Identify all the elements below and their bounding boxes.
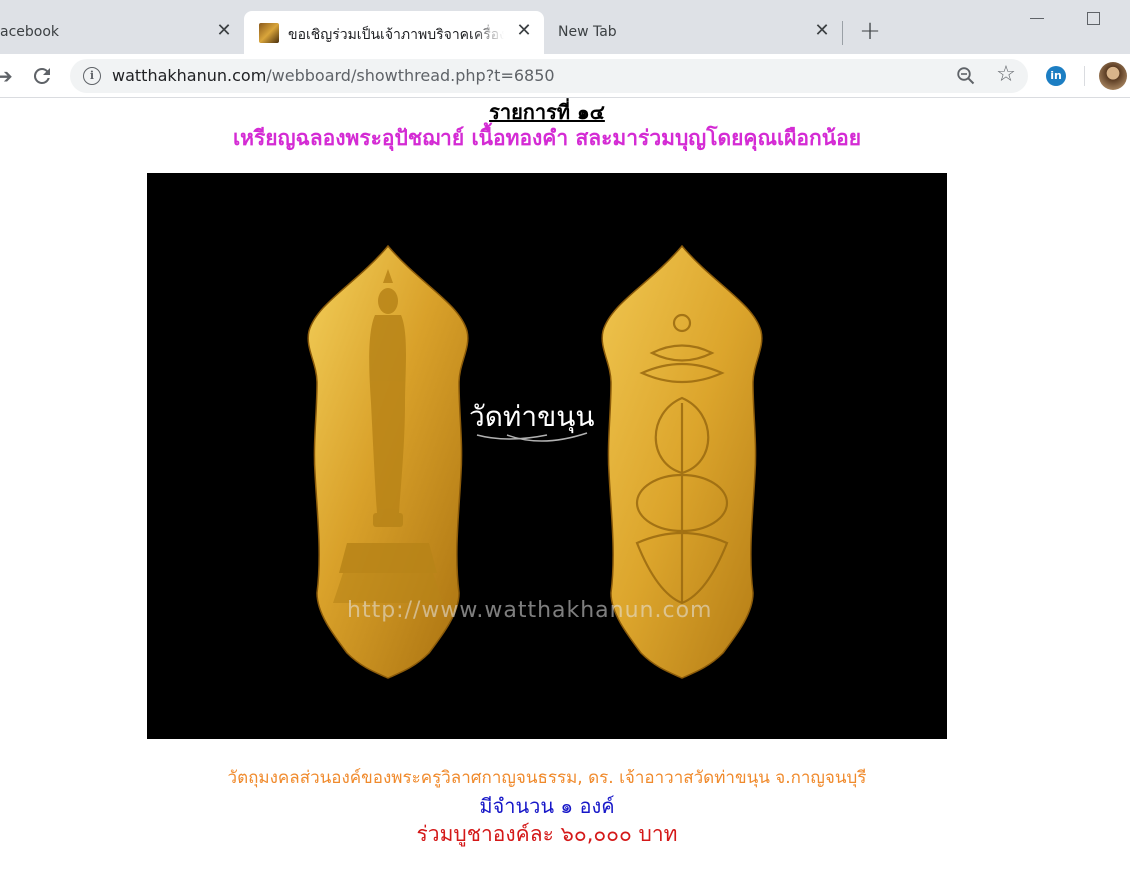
price-text: ร่วมบูชาองค์ละ ๖๐,๐๐๐ บาท bbox=[416, 822, 678, 846]
tab-title: ขอเชิญร่วมเป็นเจ้าภาพบริจาคเครื่องฟอ bbox=[288, 27, 504, 43]
close-icon[interactable]: ✕ bbox=[812, 21, 832, 41]
close-icon[interactable]: ✕ bbox=[514, 21, 534, 41]
favicon-icon bbox=[259, 23, 279, 43]
watermark-label: วัดท่าขนุน bbox=[469, 400, 595, 433]
info-icon[interactable]: i bbox=[83, 67, 101, 85]
item-title: เหรียญฉลองพระอุปัชฌาย์ เนื้อทองคำ สละมาร… bbox=[232, 126, 862, 150]
url-text[interactable]: watthakhanun.com/webboard/showthread.php… bbox=[112, 66, 555, 85]
address-bar[interactable]: i watthakhanun.com/webboard/showthread.p… bbox=[70, 59, 1028, 93]
tab-active[interactable]: ขอเชิญร่วมเป็นเจ้าภาพบริจาคเครื่องฟอ ✕ bbox=[244, 11, 544, 54]
toolbar: ➔ i watthakhanun.com/webboard/showthread… bbox=[0, 54, 1130, 98]
tab-strip: acebook ✕ ขอเชิญร่วมเป็นเจ้าภาพบริจาคเคร… bbox=[0, 0, 1130, 54]
forward-icon[interactable]: ➔ bbox=[0, 64, 16, 88]
medal-illustration bbox=[307, 244, 763, 679]
minimize-icon[interactable] bbox=[1030, 18, 1044, 19]
url-path: /webboard/showthread.php?t=6850 bbox=[266, 66, 555, 85]
zoom-icon[interactable] bbox=[956, 66, 976, 86]
url-host: watthakhanun.com bbox=[112, 66, 267, 85]
bookmark-star-icon[interactable]: ☆ bbox=[994, 63, 1018, 87]
toolbar-divider bbox=[1084, 66, 1085, 86]
maximize-icon[interactable] bbox=[1087, 12, 1100, 25]
tab-title: New Tab bbox=[558, 24, 617, 40]
close-icon[interactable]: ✕ bbox=[214, 21, 234, 41]
medal-caption: วัตถุมงคลส่วนองค์ของพระครูวิลาศกาญจนธรรม… bbox=[227, 768, 867, 788]
linkedin-extension-icon[interactable]: in bbox=[1046, 66, 1066, 86]
tab-title: acebook bbox=[0, 24, 60, 40]
reload-icon[interactable] bbox=[30, 64, 54, 88]
avatar[interactable] bbox=[1099, 62, 1127, 90]
tab-facebook[interactable]: acebook ✕ bbox=[0, 11, 244, 54]
tab-divider bbox=[842, 21, 843, 45]
new-tab-button[interactable]: + bbox=[858, 18, 882, 44]
medal-photo: วัดท่าขนุน http://www.watthakhanun.com bbox=[147, 173, 947, 739]
tab-new-tab[interactable]: New Tab ✕ bbox=[544, 11, 840, 54]
watermark-url: http://www.watthakhanun.com bbox=[347, 598, 713, 623]
page-content: รายการที่ ๑๔ เหรียญฉลองพระอุปัชฌาย์ เนื้… bbox=[0, 98, 1130, 884]
